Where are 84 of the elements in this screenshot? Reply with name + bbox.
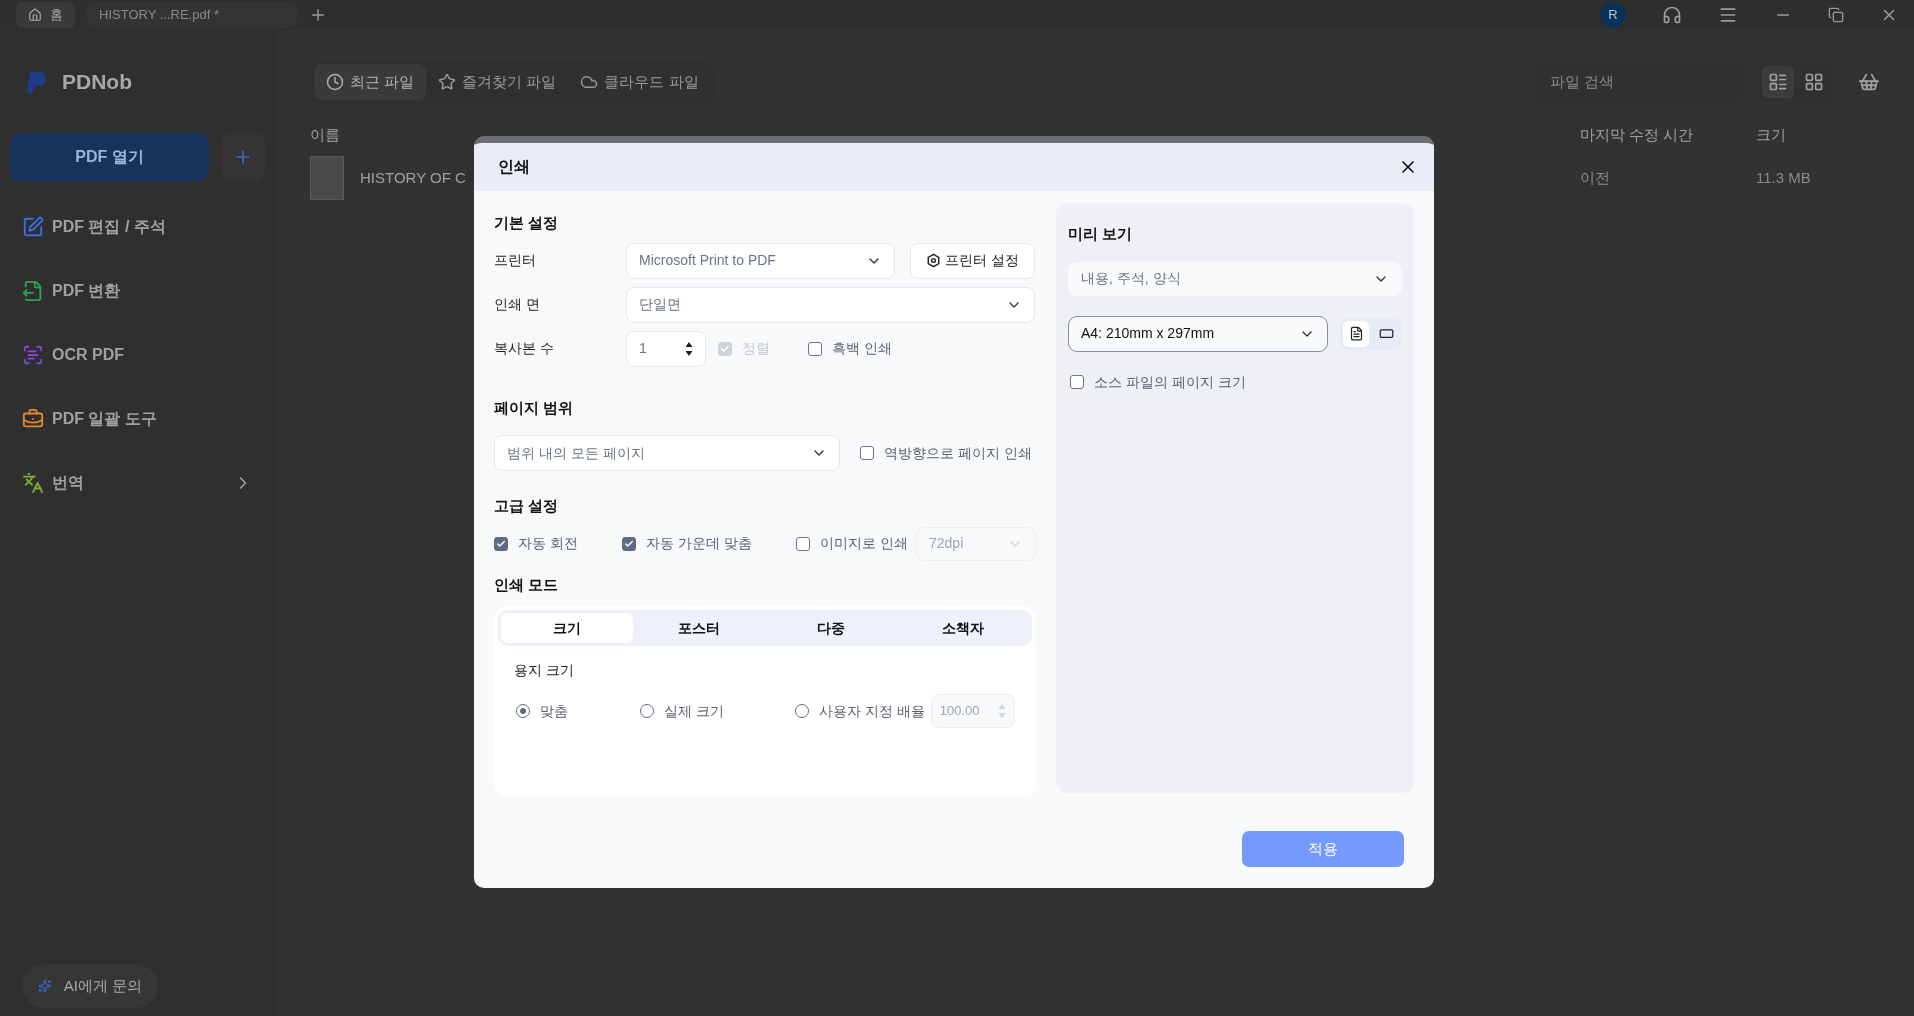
- clock-icon: [326, 73, 344, 91]
- grid-icon: [1804, 72, 1824, 92]
- column-header: 마지막 수정 시간: [1580, 124, 1695, 145]
- translate-icon: [22, 472, 44, 494]
- window-tab[interactable]: HISTORY ...RE.pdf *: [87, 2, 297, 28]
- cloud-icon: [580, 73, 599, 91]
- sides-select[interactable]: 단일면: [626, 286, 1035, 323]
- checkbox-label: 자동 가운데 맞춤: [646, 534, 752, 553]
- checkbox-label: 이미지로 인쇄: [820, 534, 908, 553]
- radio-label: 실제 크기: [664, 701, 724, 721]
- radio-label: 맞춤: [540, 701, 568, 721]
- scan-text-icon: [22, 344, 44, 366]
- checkbox[interactable]: [1070, 375, 1084, 389]
- checkbox[interactable]: [796, 536, 810, 551]
- home-icon: [28, 8, 42, 22]
- landscape-page-icon: [1378, 326, 1394, 341]
- restore-icon[interactable]: [1828, 7, 1844, 23]
- printer-select[interactable]: Microsoft Print to PDF: [626, 242, 895, 279]
- avatar[interactable]: R: [1600, 2, 1626, 28]
- file-tab[interactable]: 클라우드 파일: [568, 64, 711, 100]
- mode-tab[interactable]: 크기: [501, 613, 633, 643]
- star-icon: [438, 73, 457, 91]
- apply-button[interactable]: 적용: [1242, 831, 1404, 867]
- portrait-page-icon: [1348, 326, 1364, 341]
- dialog-title: 인쇄: [498, 157, 530, 177]
- section-heading: 페이지 범위: [494, 397, 575, 418]
- checkbox[interactable]: [860, 446, 874, 460]
- check-icon: [624, 538, 634, 549]
- basket-icon[interactable]: [1858, 71, 1880, 93]
- checkbox-label: 자동 회전: [518, 534, 578, 553]
- field-label: 프린터: [494, 251, 537, 270]
- file-tab[interactable]: 즐겨찾기 파일: [426, 64, 569, 100]
- content-select[interactable]: 내용, 주석, 양식: [1068, 261, 1402, 296]
- checkbox-label: 소스 파일의 페이지 크기: [1094, 372, 1246, 392]
- section-heading: 기본 설정: [494, 213, 560, 233]
- check-icon: [720, 343, 730, 354]
- check-icon: [496, 538, 506, 549]
- file-thumbnail: [310, 156, 344, 200]
- file-tab[interactable]: 최근 파일: [314, 64, 427, 100]
- sidebar-item[interactable]: 번역: [10, 463, 265, 503]
- column-header: 이름: [310, 124, 341, 145]
- checkbox-label: 흑백 인쇄: [832, 339, 892, 358]
- menu-icon[interactable]: [1718, 5, 1738, 25]
- portrait-button[interactable]: [1343, 320, 1369, 347]
- ask-ai-button[interactable]: AI에게 문의: [22, 964, 158, 1008]
- field-label: 복사본 수: [494, 339, 555, 358]
- copies-field[interactable]: 1: [626, 330, 706, 367]
- section-heading: 인쇄 모드: [494, 574, 560, 595]
- list-icon: [1768, 72, 1788, 92]
- radio-label: 사용자 지정 배율: [819, 701, 925, 721]
- modified-time: 이전: [1580, 167, 1611, 188]
- app-name: PDNob: [62, 69, 132, 96]
- page-range-select[interactable]: 범위 내의 모든 페이지: [494, 435, 840, 471]
- mode-tab[interactable]: 포스터: [633, 613, 765, 643]
- headset-icon[interactable]: [1662, 5, 1682, 25]
- section-heading: 미리 보기: [1068, 224, 1134, 244]
- mode-tab[interactable]: 소책자: [897, 613, 1029, 643]
- paper-size-select[interactable]: A4: 210mm x 297mm: [1068, 315, 1328, 352]
- settings-icon: [926, 253, 942, 268]
- window-tab[interactable]: 홈: [16, 2, 75, 28]
- file-size: 11.3 MB: [1756, 167, 1811, 188]
- checkbox[interactable]: [808, 341, 822, 356]
- printer-settings-button[interactable]: 프린터 설정: [910, 242, 1035, 279]
- file-export-icon: [22, 280, 44, 302]
- checkbox-label: 역방향으로 페이지 인쇄: [884, 443, 1032, 463]
- open-pdf-button[interactable]: PDF 열기: [10, 133, 210, 181]
- mode-tab[interactable]: 다중: [765, 613, 897, 643]
- new-tab-icon[interactable]: [309, 6, 327, 24]
- list-view-button[interactable]: [1762, 66, 1794, 98]
- file-name: HISTORY OF C: [360, 167, 466, 188]
- column-header: 크기: [1756, 124, 1786, 145]
- field-label: 인쇄 면: [494, 295, 541, 314]
- sparkle-icon: [38, 977, 52, 995]
- sidebar-item[interactable]: PDF 편집 / 주석: [10, 207, 265, 247]
- paper-size-label: 용지 크기: [514, 661, 575, 680]
- checkbox[interactable]: [494, 536, 508, 551]
- sidebar-item[interactable]: PDF 일괄 도구: [10, 399, 265, 439]
- sidebar-item[interactable]: OCR PDF: [10, 335, 265, 375]
- briefcase-icon: [22, 408, 44, 430]
- edit-icon: [22, 216, 44, 238]
- stepper-arrows-icon: [997, 702, 1006, 720]
- sidebar-item[interactable]: PDF 변환: [10, 271, 265, 311]
- checkbox[interactable]: [622, 536, 636, 551]
- section-heading: 고급 설정: [494, 496, 560, 516]
